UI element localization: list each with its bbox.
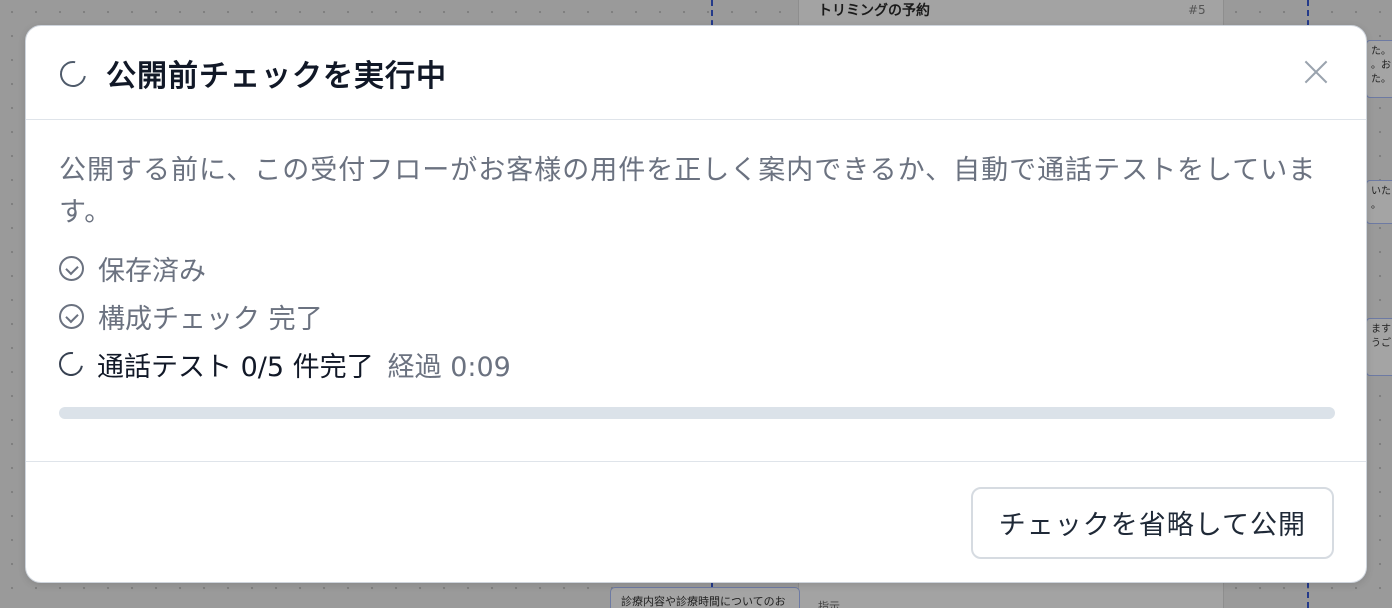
close-icon[interactable] xyxy=(1302,58,1330,86)
flow-side-card: いた 。 xyxy=(1366,180,1392,224)
dialog-footer: チェックを省略して公開 xyxy=(26,462,1366,582)
flow-side-card: ます うご xyxy=(1366,318,1392,376)
dialog-title: 公開前チェックを実行中 xyxy=(106,58,447,94)
check-step-saved: 保存済み xyxy=(59,244,1333,292)
check-steps-list: 保存済み 構成チェック 完了 通話テスト 0/5 件完了 経過 0:09 xyxy=(54,244,1333,388)
flow-node-title: トリミングの予約 xyxy=(818,3,930,19)
step-label: 構成チェック 完了 xyxy=(98,303,323,335)
check-step-call-test: 通話テスト 0/5 件完了 経過 0:09 xyxy=(54,340,1333,388)
skip-check-and-publish-button[interactable]: チェックを省略して公開 xyxy=(970,486,1334,559)
dialog-description: 公開する前に、この受付フローがお客様の用件を正しく案内できるか、自動で通話テスト… xyxy=(59,155,1317,228)
dialog-header: 公開前チェックを実行中 xyxy=(26,26,1366,120)
flow-branch-chip: 診療内容や診療時間についてのお xyxy=(610,587,800,608)
elapsed-time: 経過 0:09 xyxy=(387,351,511,383)
check-circle-icon xyxy=(59,255,84,281)
progress-bar xyxy=(59,407,1335,419)
prepublish-check-dialog: 公開前チェックを実行中 公開する前に、この受付フローがお客様の用件を正しく案内で… xyxy=(25,25,1367,583)
loading-spinner-icon xyxy=(54,347,88,381)
flow-node-label: 指示 xyxy=(818,600,840,608)
flow-node-number: #5 xyxy=(1188,3,1206,17)
dialog-body: 公開する前に、この受付フローがお客様の用件を正しく案内できるか、自動で通話テスト… xyxy=(26,120,1366,462)
loading-spinner-icon xyxy=(54,55,92,92)
check-step-config: 構成チェック 完了 xyxy=(59,292,1333,340)
flow-side-card: た。 。お た。 xyxy=(1366,40,1392,98)
check-circle-icon xyxy=(59,303,84,329)
step-label: 通話テスト 0/5 件完了 xyxy=(97,351,374,383)
step-label: 保存済み xyxy=(98,255,206,287)
